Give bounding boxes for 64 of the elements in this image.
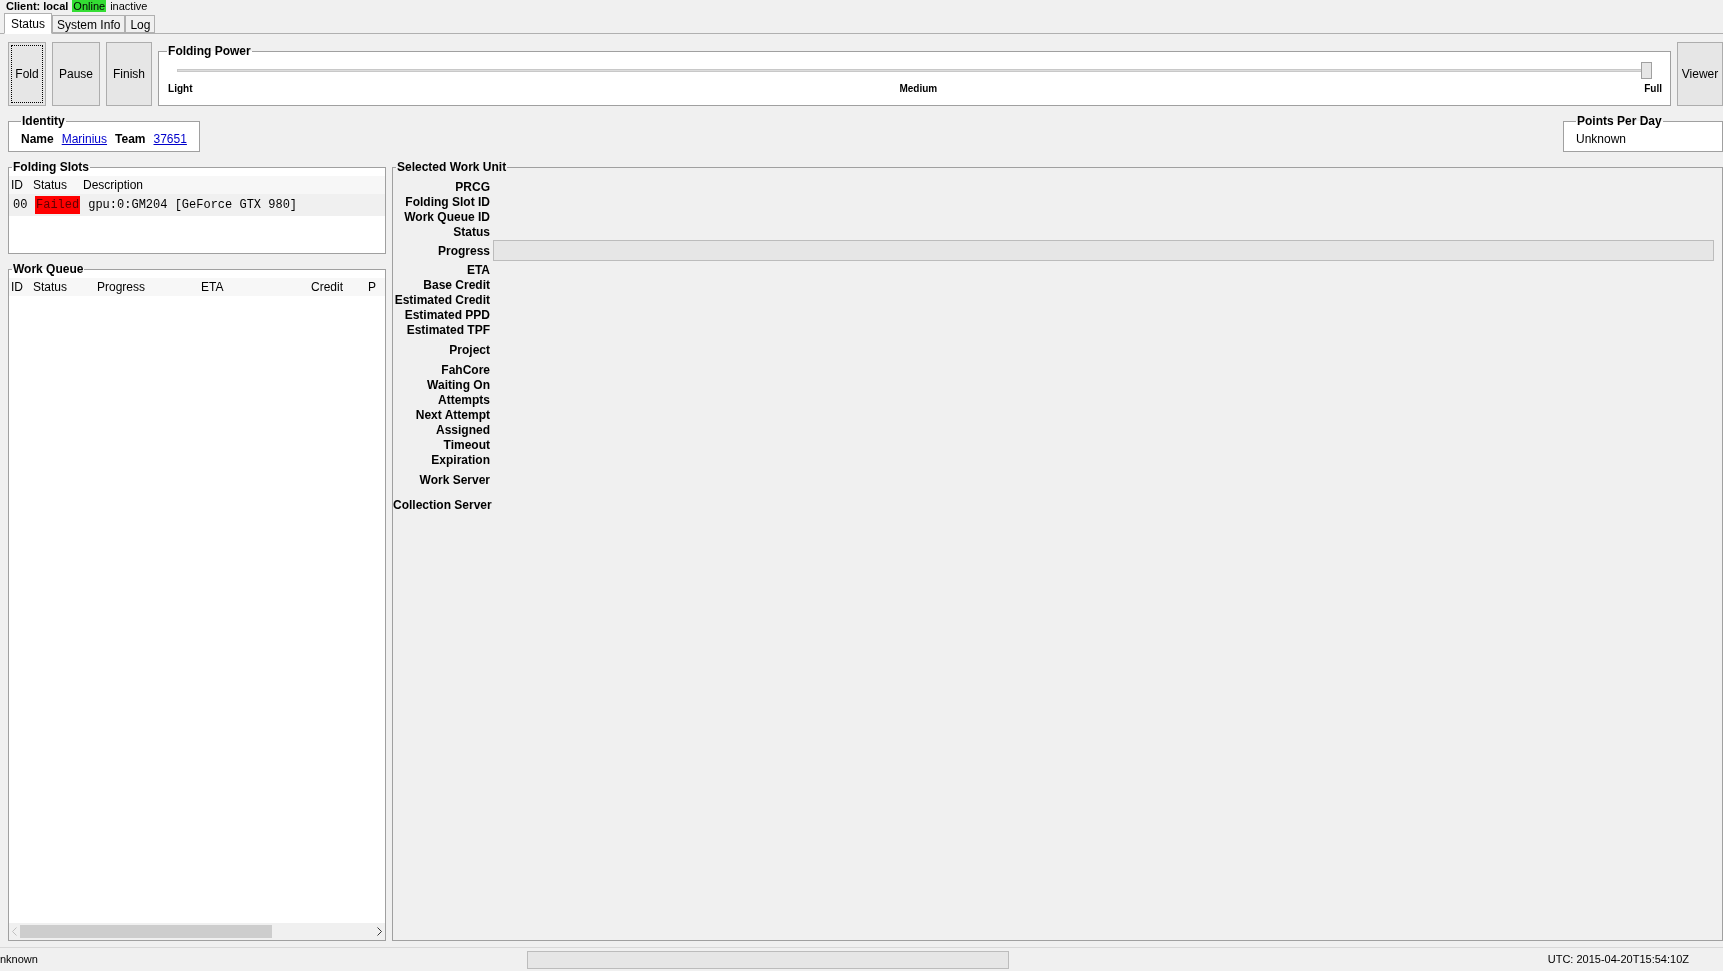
column-header[interactable]: Credit — [311, 278, 368, 296]
table-cell-text: 00 — [13, 197, 29, 214]
team-link[interactable]: 37651 — [153, 130, 187, 148]
column-header[interactable]: Status — [33, 176, 83, 194]
field-label: Waiting On — [426, 376, 491, 394]
field-label: Project — [448, 341, 491, 359]
name-link[interactable]: Marinius — [61, 130, 108, 148]
field-label: Timeout — [442, 437, 491, 454]
field-label: Base Credit — [422, 276, 491, 294]
field-label: Work Queue ID — [403, 209, 491, 226]
group-title: Points Per Day — [1576, 113, 1663, 130]
table-cell-text: gpu:0:GM204 [GeForce GTX 980] — [88, 197, 298, 214]
client-label: Client: local — [6, 0, 69, 12]
team-label: Team — [115, 131, 146, 148]
column-header[interactable]: Status — [33, 278, 97, 296]
field-label: Estimated PPD — [403, 306, 491, 324]
field-label: Estimated TPF — [405, 321, 491, 339]
column-header[interactable]: ID — [11, 278, 33, 296]
column-header[interactable]: ID — [11, 176, 33, 194]
tick-label: Medium — [898, 82, 938, 96]
field-label: Assigned — [435, 422, 491, 439]
field-label: Progress — [436, 242, 491, 260]
group-title: Folding Slots — [12, 159, 90, 176]
field-label: Expiration — [430, 451, 491, 469]
client-status: Online — [72, 0, 107, 12]
slider-thumb[interactable] — [1641, 62, 1652, 79]
group-title: Identity — [21, 113, 66, 130]
group-title: Work Queue — [12, 261, 85, 278]
client-state: inactive — [110, 0, 148, 12]
action-button[interactable]: Pause — [52, 42, 101, 106]
scroll-right-icon[interactable] — [377, 927, 382, 936]
tab[interactable]: Log — [125, 15, 156, 33]
group-title: Folding Power — [167, 43, 252, 60]
viewer-button[interactable]: Viewer — [1677, 42, 1723, 106]
column-header[interactable]: ETA — [201, 278, 311, 296]
field-label: Next Attempt — [414, 407, 491, 424]
field-label: Folding Slot ID — [404, 193, 491, 211]
column-header[interactable]: Description — [83, 176, 283, 194]
status-text: nknown — [0, 952, 39, 968]
tab[interactable]: System Info — [52, 15, 126, 33]
field-label: Work Server — [418, 471, 491, 489]
tick-label: Light — [167, 82, 193, 96]
column-header[interactable]: Progress — [97, 278, 201, 296]
action-button[interactable]: Fold — [8, 42, 46, 106]
tick-label: Full — [1643, 82, 1662, 96]
field-label: PRCG — [454, 178, 491, 196]
status-badge: Failed — [35, 196, 81, 214]
slot-row[interactable]: 00 Failed gpu:0:GM204 [GeForce GTX 980] — [9, 194, 385, 216]
field-label: Attempts — [437, 392, 491, 409]
field-label: Collection Server — [393, 496, 493, 514]
scrollbar-thumb[interactable] — [20, 925, 272, 938]
field-label: Status — [452, 224, 491, 241]
scroll-left-icon[interactable] — [12, 927, 17, 936]
tab[interactable]: Status — [4, 13, 53, 34]
utc-time: UTC: 2015-04-20T15:54:10Z — [1547, 952, 1690, 968]
name-label: Name — [21, 131, 54, 148]
column-header[interactable]: P — [368, 278, 378, 296]
field-label: Estimated Credit — [393, 291, 491, 309]
ppd-value: Unknown — [1576, 132, 1627, 146]
action-button[interactable]: Finish — [106, 42, 153, 106]
slider[interactable] — [177, 62, 1652, 79]
group-title: Selected Work Unit — [396, 159, 508, 176]
field-label: ETA — [465, 261, 491, 279]
field-label: FahCore — [440, 361, 491, 379]
